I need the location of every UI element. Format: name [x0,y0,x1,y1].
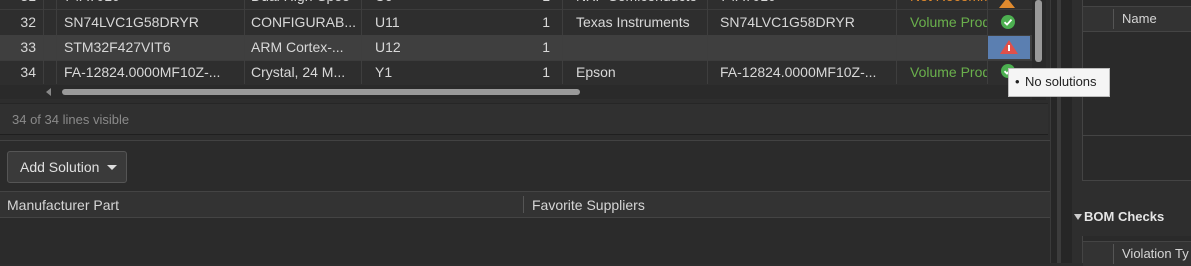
status-strip: 34 of 34 lines visible [0,103,1048,135]
name-column-header: Name [1083,6,1191,32]
row-part: FA-12824.0000MF10Z-... [64,64,221,80]
row-manufacturer: NXP Semiconducto [576,0,701,9]
column-divider [987,0,988,84]
row-status [910,35,988,60]
column-divider [523,196,524,213]
column-divider [1113,244,1114,264]
row-description: ARM Cortex-... [251,39,344,55]
bom-checks-section[interactable]: BOM Checks [1072,208,1191,228]
row-status: Volume Prod [910,64,988,80]
row-manufacturer: Epson [576,64,616,80]
row-part: SN74LVC1G58DRYR [64,14,199,30]
row-mpn: 74AT010 [720,0,890,9]
row-description: CONFIGURAB... [251,14,357,30]
row-designator: U12 [375,39,401,55]
row-mpn: SN74LVC1G58DRYR [720,14,855,30]
scrollbar-thumb[interactable] [62,89,580,95]
scroll-left-arrow[interactable] [46,88,51,96]
row-designator: Y1 [375,64,393,80]
tooltip-text: No solutions [1025,74,1097,89]
violation-type-header[interactable]: Violation Ty [1122,246,1189,261]
row-line-number: 32 [20,14,36,30]
row-line-number: 31 [0,0,36,9]
row-qty: 1 [542,39,550,55]
collapse-triangle-icon[interactable] [1074,214,1082,220]
row-manufacturer: Texas Instruments [576,14,690,30]
violation-header: Violation Ty [1083,241,1191,266]
row-part: STM32F427VIT6 [64,39,171,55]
add-solution-label: Add Solution [20,159,100,175]
column-divider [707,0,708,84]
warning-icon [999,0,1015,8]
column-header-favorite-suppliers[interactable]: Favorite Suppliers [532,197,645,213]
solutions-panel: Add Solution Manufacturer Part Favorite … [0,140,1050,264]
column-divider [361,0,362,84]
scrollbar-thumb[interactable] [1035,0,1042,62]
row-status: Not Recomm [910,0,988,9]
tooltip: • No solutions [1008,68,1110,97]
column-divider [244,0,245,84]
name-header-label[interactable]: Name [1122,11,1157,26]
horizontal-scrollbar[interactable] [0,85,1030,99]
row-mpn [720,35,890,60]
column-header-manufacturer-part[interactable]: Manufacturer Part [7,197,119,213]
lines-visible-text: 34 of 34 lines visible [12,112,130,127]
table-row[interactable]: 31 74AT010 Dual High-Spee U9 1 NXP Semic… [0,0,1032,10]
column-divider [562,0,563,84]
column-divider [1113,9,1114,29]
column-divider [896,0,897,84]
row-qty: 1 [542,64,550,80]
row-qty: 1 [542,14,550,30]
table-row[interactable]: 32 SN74LVC1G58DRYR CONFIGURAB... U11 1 T… [0,10,1032,36]
tooltip-bullet: • [1015,74,1020,89]
solutions-table-header: Manufacturer Part Favorite Suppliers [0,191,1050,218]
row-line-number: 34 [20,64,36,80]
panel-splitter[interactable] [1050,0,1073,263]
add-solution-button[interactable]: Add Solution [7,151,127,183]
column-divider [56,0,57,84]
row-designator: U11 [375,14,400,30]
row-status: Volume Prod [910,14,988,30]
row-description: Dual High-Spee [251,0,361,9]
check-icon [1001,15,1015,29]
row-line-number: 33 [20,39,36,55]
row-manufacturer [576,35,701,60]
table-row[interactable]: 34 FA-12824.0000MF10Z-... Crystal, 24 M.… [0,60,1032,86]
row-description: Crystal, 24 M... [251,64,346,80]
row-qty: 1 [500,0,550,9]
row-mpn: FA-12824.0000MF10Z-... [720,64,877,80]
warning-mark [1008,45,1010,51]
violation-table: Violation Ty [1082,236,1191,266]
properties-footer [1083,135,1191,181]
right-panel: Name BOM Checks Violation Ty [1072,0,1191,266]
selected-icon-cell[interactable] [988,36,1030,59]
column-divider [43,0,44,84]
row-designator: U9 [375,0,455,9]
row-part: 74AT010 [64,0,244,9]
splitter-bar [1057,0,1061,263]
bom-checks-title: BOM Checks [1084,209,1165,224]
chevron-down-icon [107,165,117,170]
bom-grid: 31 74AT010 Dual High-Spee U9 1 NXP Semic… [0,0,1048,100]
table-row-selected[interactable]: 33 STM32F427VIT6 ARM Cortex-... U12 1 [0,35,1032,61]
